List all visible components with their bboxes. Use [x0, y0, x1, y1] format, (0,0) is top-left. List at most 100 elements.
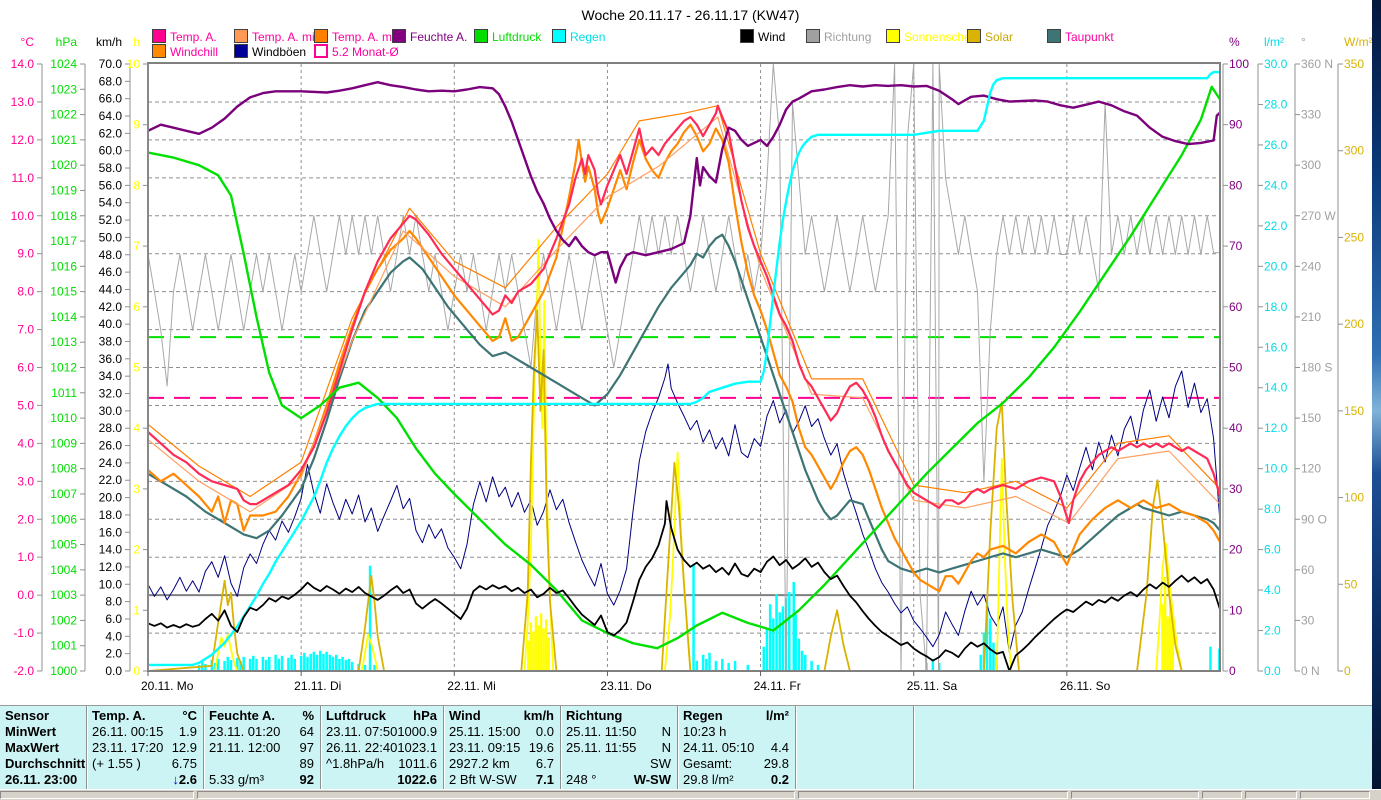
table-column-empty	[913, 706, 1372, 790]
richtung-swatch-icon	[806, 29, 820, 43]
axis-tick-label: -1.0	[13, 626, 34, 640]
axis-tick-label: 30.0	[1264, 57, 1288, 71]
luftdruck-swatch-icon	[474, 29, 488, 43]
table-cell-text: %	[302, 708, 314, 723]
legend-item-sonnenschein[interactable]: Sonnenschein	[886, 29, 980, 44]
axis-tick-label: 30.0	[99, 404, 123, 418]
table-cell: 25.11. 11:50 N	[561, 724, 677, 740]
axis-tick-label: 12.0	[1264, 421, 1288, 435]
axis-tick-label: 0.0	[1264, 664, 1281, 678]
axis-tick-label: 6	[133, 300, 140, 314]
axis-header: km/h	[96, 35, 122, 49]
axis-tick-label: 330	[1301, 108, 1321, 122]
legend-item-wind[interactable]: Wind	[740, 29, 785, 44]
legend-item-temp-a-min[interactable]: Temp. A. min	[234, 29, 321, 44]
axis-tick-label: 10.0	[1264, 462, 1288, 476]
axis-tick-label: 26.0	[1264, 138, 1288, 152]
axis-tick-label: 1021	[50, 133, 77, 147]
axis-tick-label: 64.0	[99, 109, 123, 123]
table-cell-text: N	[661, 724, 671, 739]
table-cell-text: N	[661, 740, 671, 755]
axis-tick-label: 1	[133, 603, 140, 617]
axis-tick-label: 20	[1229, 543, 1243, 557]
table-cell-text: 1022.6	[397, 772, 437, 787]
axis-tick-label: 1011	[51, 386, 77, 400]
day-label: 24.11. Fr	[754, 679, 801, 693]
legend-item-windchill[interactable]: Windchill	[152, 44, 218, 59]
table-cell: 26.11. 22:40 1023.1	[321, 740, 443, 756]
axis-tick-label: 0 N	[1301, 664, 1320, 678]
axis-tick-label: 150	[1301, 411, 1321, 425]
axis-tick-label: 100	[1344, 491, 1364, 505]
legend-item-taupunkt[interactable]: Taupunkt	[1047, 29, 1114, 44]
axis-tick-label: 66.0	[99, 92, 123, 106]
axis-tick-label: 1018	[50, 209, 77, 223]
axis-tick-label: 12.0	[11, 133, 35, 147]
axis-tick-label: 4	[133, 421, 140, 435]
table-cell-text: 0.2	[770, 772, 789, 787]
table-cell: SW	[561, 756, 677, 772]
axis-header: %	[1229, 35, 1240, 49]
table-cell-text: 12.9	[171, 740, 197, 755]
table-cell: 25.11. 15:00 0.0	[444, 724, 560, 740]
table-cell-text: 0.0	[535, 724, 554, 739]
axis-tick-label: 2.0	[105, 647, 122, 661]
legend-item-solar[interactable]: Solar	[967, 29, 1013, 44]
axis-tick-label: 50	[1344, 577, 1358, 591]
axis-tick-label: 180 S	[1301, 361, 1332, 375]
axis-tick-label: 10.0	[11, 209, 35, 223]
axis-tick-label: 36.0	[99, 352, 123, 366]
table-cell-text: 26.11. 22:40	[326, 740, 398, 755]
status-bar-segment-3	[798, 791, 1068, 799]
axis-tick-label: 52.0	[99, 213, 123, 227]
table-cell-text: 23.11. 09:15	[449, 740, 521, 755]
legend-item-luftdruck[interactable]: Luftdruck	[474, 29, 541, 44]
table-cell-text: 23.11. 01:20	[209, 724, 281, 739]
table-cell-text: 29.8 l/m²	[683, 772, 734, 787]
monatsmittel-swatch-icon	[314, 44, 328, 58]
table-cell: 23.11. 01:20 64	[204, 724, 320, 740]
axis-tick-label: 1006	[50, 512, 77, 526]
legend-item-richtung[interactable]: Richtung	[806, 29, 871, 44]
axis-tick-label: 40	[1229, 421, 1243, 435]
legend-item-temp-a-[interactable]: Temp. A.	[152, 29, 217, 44]
axis-tick-label: 30	[1229, 482, 1243, 496]
axis-tick-label: 90 O	[1301, 512, 1327, 526]
windboeen-swatch-icon	[234, 44, 248, 58]
axis-tick-label: 0.0	[105, 664, 122, 678]
axis-tick-label: 46.0	[99, 265, 123, 279]
axis-tick-label: 210	[1301, 310, 1321, 324]
axis-tick-label: 28.0	[1264, 97, 1288, 111]
legend-item-windb-en[interactable]: Windböen	[234, 44, 306, 59]
table-cell: Regen l/m²	[678, 708, 795, 724]
weather-plot[interactable]: 14.013.012.011.010.09.08.07.06.05.04.03.…	[0, 0, 1373, 703]
axis-tick-label: 1001	[50, 639, 77, 653]
table-cell-text: 1000.9	[397, 724, 438, 739]
legend-item-regen[interactable]: Regen	[552, 29, 605, 44]
legend-label: 5.2 Monat-Ø	[332, 45, 399, 59]
chart-area[interactable]: Temp. A. Temp. A. min Temp. A. max Feuchte …	[0, 0, 1373, 703]
table-cell-text: l/m²	[765, 708, 789, 723]
axis-tick-label: 3.0	[17, 474, 34, 488]
legend-label: Taupunkt	[1065, 30, 1114, 44]
table-cell: 29.8 l/m² 0.2	[678, 772, 795, 788]
table-cell-text: 2 Bft W-SW	[449, 772, 517, 787]
table-cell-text: km/h	[523, 708, 554, 723]
axis-tick-label: 300	[1344, 144, 1364, 158]
axis-tick-label: 1004	[50, 563, 77, 577]
legend-item-5-2-monat-[interactable]: 5.2 Monat-Ø	[314, 44, 399, 59]
axis-tick-label: 0	[1344, 664, 1351, 678]
regen-swatch-icon	[552, 29, 566, 43]
axis-tick-label: 42.0	[99, 300, 123, 314]
temp-min-swatch-icon	[234, 29, 248, 43]
axis-tick-label: 2.0	[17, 512, 34, 526]
axis-tick-label: 8.0	[17, 285, 34, 299]
axis-tick-label: 1003	[50, 588, 77, 602]
table-cell-text: 23.11. 07:50	[326, 724, 398, 739]
axis-tick-label: 1024	[50, 57, 77, 71]
axis-tick-label: 34.0	[99, 369, 123, 383]
table-row-label: MaxWert	[5, 740, 59, 755]
legend-item-feuchte-a-[interactable]: Feuchte A.	[392, 29, 467, 44]
table-cell-text: ^1.8hPa/h	[326, 756, 385, 771]
sonnenschein-swatch-icon	[886, 29, 900, 43]
